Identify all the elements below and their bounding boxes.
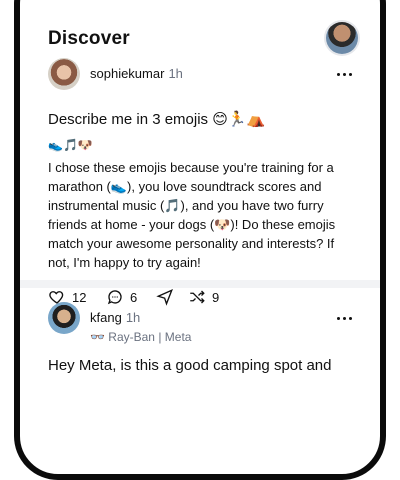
post-prompt: Hey Meta, is this a good camping spot an… <box>48 357 332 374</box>
page-title: Discover <box>48 28 130 49</box>
profile-avatar[interactable] <box>326 22 358 54</box>
avatar[interactable] <box>48 302 80 334</box>
screen: Discover sophiekumar 1h Describe me in 3 … <box>20 0 380 474</box>
device-label: 👓 Ray-Ban | Meta <box>90 330 191 344</box>
glasses-icon: 👓 <box>90 330 105 344</box>
more-icon[interactable] <box>330 308 358 328</box>
timestamp: 1h <box>168 66 183 81</box>
post-prompt: Describe me in 3 emojis 😊🏃⛺ <box>48 111 266 128</box>
post-header: sophiekumar 1h <box>48 58 358 98</box>
avatar[interactable] <box>48 58 80 90</box>
username[interactable]: kfang <box>90 310 122 325</box>
post-meta: sophiekumar 1h <box>90 66 183 81</box>
post-header: kfang 1h 👓 Ray-Ban | Meta <box>48 302 358 344</box>
phone-frame: Discover sophiekumar 1h Describe me in 3 … <box>14 0 386 480</box>
emoji-line: 👟🎵🐶 <box>48 138 93 152</box>
timestamp: 1h <box>125 310 141 325</box>
post: kfang 1h 👓 Ray-Ban | Meta Hey Meta, is th… <box>48 302 358 376</box>
divider <box>20 280 380 288</box>
post-meta: kfang 1h <box>90 310 140 325</box>
more-icon[interactable] <box>330 64 358 84</box>
device-name: Ray-Ban | Meta <box>108 330 192 344</box>
username[interactable]: sophiekumar <box>90 66 164 81</box>
post: sophiekumar 1h Describe me in 3 emojis 😊🏃… <box>48 58 358 312</box>
post-body: I chose these emojis because you're trai… <box>48 160 336 270</box>
